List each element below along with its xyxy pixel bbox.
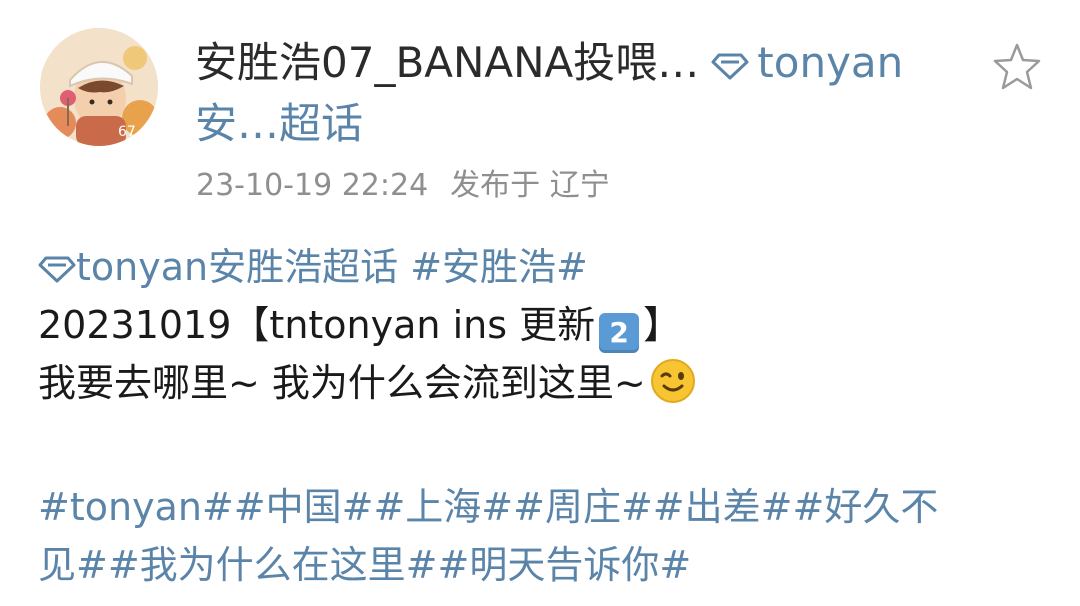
title-close: 】 xyxy=(643,303,682,347)
body-text: 我要去哪里~ 我为什么会流到这里~ xyxy=(38,361,646,405)
diamond-icon xyxy=(711,37,749,95)
post-content: tonyan安胜浩超话 #安胜浩# 20231019【tntonyan ins … xyxy=(38,238,1048,594)
timestamp: 23-10-19 22:24 xyxy=(196,168,429,203)
content-line-title: 20231019【tntonyan ins 更新 2】 xyxy=(38,296,1048,354)
svg-text:67: 67 xyxy=(118,124,136,140)
supertopic-link[interactable]: tonyan安胜浩超话 xyxy=(38,245,398,289)
title-date: 20231019 xyxy=(38,303,232,347)
content-line-topics: tonyan安胜浩超话 #安胜浩# xyxy=(38,238,1048,296)
supertopic-link-text: tonyan安胜浩超话 xyxy=(76,245,399,289)
winking-face-icon xyxy=(650,358,696,420)
star-icon[interactable] xyxy=(990,40,1044,94)
title-open: 【tntonyan ins 更新 xyxy=(231,303,596,347)
keycap-two-icon: 2 xyxy=(599,313,640,353)
post-meta: 23-10-19 22:24 发布于 辽宁 xyxy=(196,166,610,206)
content-line-body: 我要去哪里~ 我为什么会流到这里~ xyxy=(38,354,1048,420)
post-header: 安胜浩07_BANANA投喂… tonyan 安…超话 xyxy=(195,34,965,153)
hashtags-line-2[interactable]: 见##我为什么在这里##明天告诉你# xyxy=(38,536,1048,594)
post-location: 发布于 辽宁 xyxy=(450,168,610,203)
supertopic-name[interactable]: tonyan xyxy=(757,38,903,87)
author-name[interactable]: 安胜浩07_BANANA投喂… xyxy=(195,38,699,87)
header-line-1: 安胜浩07_BANANA投喂… tonyan xyxy=(195,34,965,95)
hashtag[interactable]: #安胜浩# xyxy=(410,245,588,289)
diamond-icon xyxy=(38,245,76,289)
supertopic-name-cont[interactable]: 安…超话 xyxy=(195,95,965,153)
author-avatar[interactable]: 67 xyxy=(40,28,158,146)
hashtags-line-1[interactable]: #tonyan##中国##上海##周庄##出差##好久不 xyxy=(38,478,1048,536)
